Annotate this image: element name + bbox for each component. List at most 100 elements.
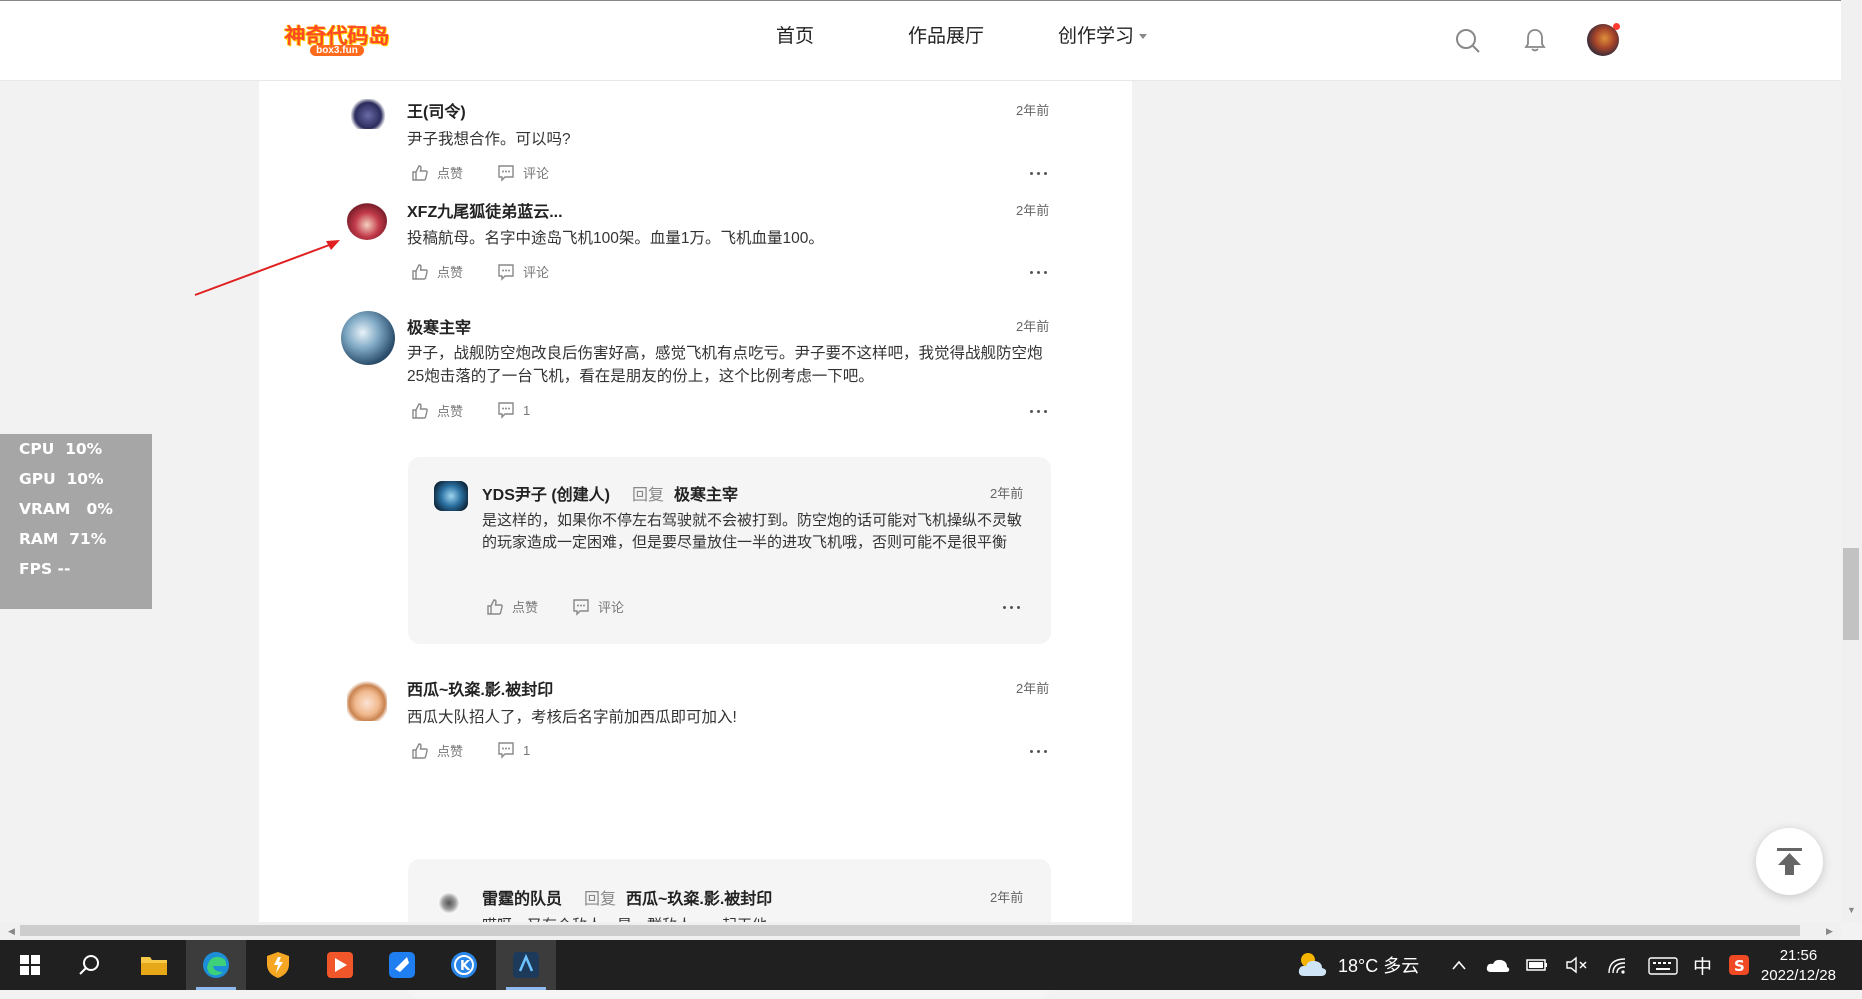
horizontal-scroll-thumb[interactable] [20,925,1800,936]
more-options-icon[interactable] [1029,268,1049,278]
shield-icon [267,952,289,978]
more-options-icon[interactable] [1029,169,1049,179]
taskbar-app-editor[interactable] [496,940,556,990]
arrow-up-icon [1777,848,1802,875]
taskbar-app-blue[interactable] [372,940,432,990]
comment-button[interactable]: 1 [497,741,530,759]
wifi-icon[interactable] [1607,955,1629,975]
onedrive-cloud-icon[interactable] [1486,957,1510,973]
like-button[interactable]: 点赞 [486,597,538,616]
taskbar-app-k[interactable]: K [434,940,494,990]
comment-icon [498,402,514,419]
nav-home[interactable]: 首页 [776,25,814,49]
avatar[interactable] [347,681,387,721]
thumb-up-icon [412,263,428,280]
partly-cloudy-icon [1298,953,1327,976]
nav-gallery[interactable]: 作品展厅 [908,25,984,49]
speaker-muted-icon[interactable] [1566,956,1588,974]
comment-icon [498,742,514,759]
taskbar-search-button[interactable] [60,940,120,990]
comment-username[interactable]: XFZ九尾狐徒弟蓝云... [407,198,563,222]
like-button[interactable]: 点赞 [411,741,463,760]
like-button[interactable]: 点赞 [411,401,463,420]
sogou-ime-icon[interactable]: S [1728,954,1750,976]
red-arrow-annotation [194,240,340,296]
ime-indicator[interactable]: 中 [1693,940,1712,990]
more-options-icon[interactable] [1029,747,1049,757]
avatar[interactable] [341,311,395,365]
keyboard-icon[interactable] [1648,957,1678,975]
thumb-up-icon [412,164,428,181]
weather-widget[interactable]: 18°C 多云 [1296,940,1419,990]
nav-learn-label: 创作学习 [1058,26,1135,47]
like-button[interactable]: 点赞 [411,262,463,281]
comment-icon [498,263,514,281]
chevron-up-icon[interactable] [1451,959,1467,971]
comment-icon [573,598,589,616]
taskbar-app-orange[interactable] [310,940,370,990]
battery-icon[interactable] [1526,957,1548,973]
windows-taskbar: K 18°C 多云 中 S 21:56 2022/12/28 [0,940,1862,990]
more-options-icon[interactable] [1002,603,1022,613]
avatar[interactable] [347,202,387,240]
k-app-icon: K [451,952,477,978]
bell-icon[interactable] [1524,28,1546,52]
scroll-left-arrow-icon[interactable]: ◀ [8,926,15,937]
taskbar-edge-browser[interactable] [186,940,246,990]
like-button[interactable]: 点赞 [411,163,463,182]
comment-label: 评论 [598,600,625,615]
vertical-scrollbar[interactable] [1841,0,1862,922]
site-header: 神奇代码岛 box3.fun 首页 作品展厅 创作学习 [0,0,1841,81]
start-button[interactable] [0,940,60,990]
like-label: 点赞 [437,265,464,280]
taskbar-security-app[interactable] [248,940,308,990]
comment-count: 1 [523,742,531,758]
comment-button[interactable]: 评论 [497,163,549,182]
like-label: 点赞 [512,600,539,615]
windows-logo-icon [20,955,40,975]
play-app-icon [327,952,353,978]
system-clock[interactable]: 21:56 2022/12/28 [1761,946,1836,986]
reply-author[interactable]: 雷霆的队员 [482,891,562,908]
thumb-up-icon [487,598,503,615]
logo-subtext: box3.fun [310,44,364,56]
chevron-down-icon [1139,34,1148,40]
comment-text: 尹子我想合作。可以吗? [407,131,571,148]
vertical-scroll-thumb[interactable] [1843,548,1859,640]
taskbar-file-explorer[interactable] [124,940,184,990]
more-options-icon[interactable] [1029,407,1049,417]
comment-icon [498,164,514,182]
scroll-right-arrow-icon[interactable]: ▶ [1826,926,1833,937]
edge-browser-icon [203,952,229,978]
avatar[interactable] [438,892,460,914]
clock-time: 21:56 [1779,947,1818,964]
user-avatar[interactable] [1587,23,1620,56]
site-logo[interactable]: 神奇代码岛 box3.fun [283,22,391,58]
reply-target[interactable]: 西瓜~玖粢.影.被封印 [626,891,772,908]
comment-username[interactable]: 王(司令) [407,98,466,122]
comment-username[interactable]: 西瓜~玖粢.影.被封印 [407,676,553,700]
like-label: 点赞 [437,166,464,181]
search-icon[interactable] [1455,28,1481,54]
reply-word: 回复 [584,891,617,908]
back-to-top-button[interactable] [1756,828,1823,895]
avatar[interactable] [434,481,468,511]
comment-button[interactable]: 评论 [572,597,624,616]
comment-button[interactable]: 评论 [497,262,549,281]
comment-text: 尹子，战舰防空炮改良后伤害好高，感觉飞机有点吃亏。尹子要不这样吧，我觉得战舰防空… [407,345,1043,385]
comment-button[interactable]: 1 [497,401,530,419]
reply-time: 2年前 [990,890,1024,905]
search-icon [79,955,99,975]
comment-label: 评论 [523,166,550,181]
reply-target[interactable]: 极寒主宰 [674,487,738,504]
comment-count: 1 [523,402,531,418]
avatar[interactable] [351,99,385,129]
nav-learn[interactable]: 创作学习 [1058,25,1148,49]
clock-date: 2022/12/28 [1760,967,1836,984]
reply-author[interactable]: YDS尹子 (创建人) [482,487,610,504]
comment-time: 2年前 [1016,203,1050,218]
feishu-icon [389,952,415,978]
thumb-up-icon [412,742,428,759]
comment-username[interactable]: 极寒主宰 [407,314,471,338]
scroll-down-arrow-icon[interactable]: ▼ [1847,905,1856,915]
